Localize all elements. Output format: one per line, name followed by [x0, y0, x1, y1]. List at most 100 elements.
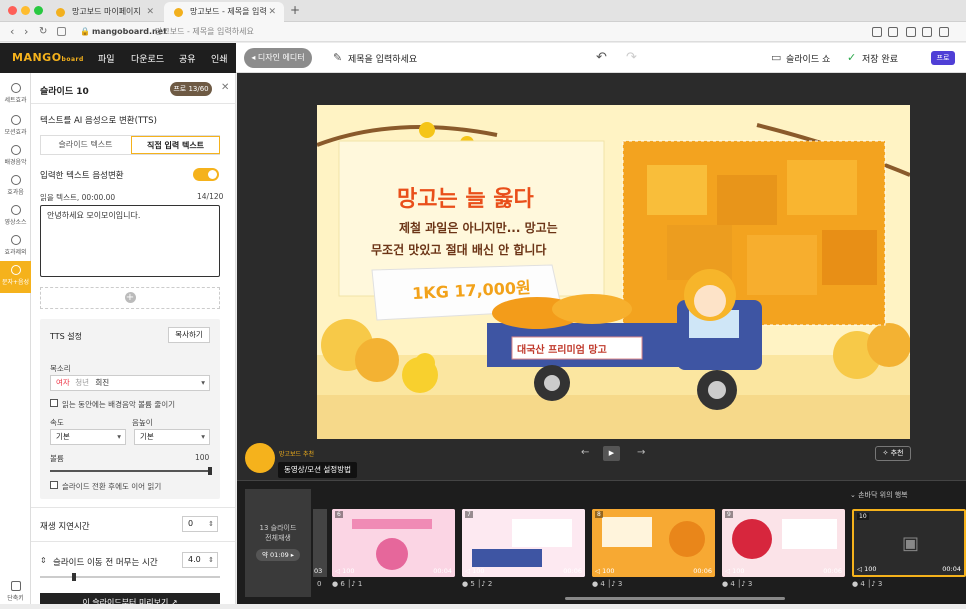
prev-slide-arrow-icon[interactable]: ←: [581, 447, 589, 458]
read-text-label: 읽을 텍스트, 00:00.00: [40, 193, 116, 202]
tab-direct-text[interactable]: 직접 입력 텍스트: [131, 136, 220, 154]
keyboard-icon: [10, 581, 21, 591]
slide-timeline: ⌄ 손바닥 위의 행복 13 슬라이드 전체재생 약 01:09 ▸ 03 0 …: [237, 480, 966, 604]
close-tab-icon[interactable]: ✕: [146, 2, 154, 22]
convert-toggle[interactable]: [193, 168, 219, 181]
add-text-button[interactable]: +: [40, 287, 220, 309]
site-info-icon[interactable]: [57, 27, 66, 36]
close-tab-icon[interactable]: ✕: [268, 2, 276, 22]
monitor-icon: ▭: [771, 51, 782, 64]
download-icon[interactable]: [906, 27, 916, 37]
tts-text-input[interactable]: 안녕하세요 모이모이입니다.: [40, 205, 220, 277]
rail-item-set-effect[interactable]: 세트효과: [0, 79, 31, 111]
delay-input[interactable]: 0: [182, 516, 218, 532]
char-count: 14/120: [197, 192, 224, 201]
thumbnail-meta: ● 4 │♪ 3: [852, 580, 883, 588]
zoom-window-button[interactable]: [34, 6, 43, 15]
slide-thumbnail-selected[interactable]: ▣ 10 ◁ 100 00:04: [852, 509, 966, 577]
slide-thumbnail[interactable]: 7 ◁ 100 00:06: [462, 509, 585, 577]
recommend-button[interactable]: ✧ 추천: [875, 446, 911, 461]
undo-icon[interactable]: ↶: [596, 50, 607, 65]
timeline-scrollbar[interactable]: [565, 597, 785, 600]
sound-effect-icon: [10, 175, 21, 185]
lock-icon: 🔒: [80, 27, 90, 36]
close-icon[interactable]: ✕: [221, 82, 229, 93]
back-arrow-icon[interactable]: ‹: [10, 22, 14, 42]
dwell-slider-track[interactable]: [40, 576, 220, 578]
pitch-select[interactable]: 기본: [134, 429, 210, 445]
tts-settings-title: TTS 설정: [50, 332, 82, 341]
mascot-note: 망고보드 추천: [279, 451, 315, 458]
extension-icon[interactable]: [872, 27, 882, 37]
new-tab-button[interactable]: +: [290, 3, 300, 17]
volume-label: 볼륨: [50, 454, 64, 463]
divider: [31, 541, 235, 542]
thumbnail-meta: ● 4 │♪ 3: [722, 580, 753, 588]
slideshow-button[interactable]: 슬라이드 쇼: [786, 52, 830, 65]
thumbnail-meta: ● 4 │♪ 3: [592, 580, 623, 588]
dwell-slider-knob[interactable]: [72, 573, 76, 581]
play-button[interactable]: ▶: [603, 446, 620, 461]
title-input[interactable]: 제목을 입력하세요: [348, 52, 417, 65]
speed-label: 속도: [50, 418, 64, 427]
menu-print[interactable]: 인쇄: [211, 52, 228, 65]
rail-item-video-source[interactable]: 영상소스: [0, 201, 31, 233]
tab-slide-text[interactable]: 슬라이드 텍스트: [41, 136, 130, 154]
dwell-input[interactable]: 4.0: [182, 552, 218, 568]
minimize-window-button[interactable]: [21, 6, 30, 15]
divider: [31, 103, 235, 104]
rail-item-text-voice[interactable]: 문자+음성: [0, 261, 31, 293]
gear-icon: [10, 83, 21, 93]
browser-tab-mypage[interactable]: 망고보드 마이페이지 ✕: [46, 2, 162, 22]
app-header: MANGOboard 파일 다운로드 공유 인쇄 ◂ 디자인 에디터 ✎ 제목을…: [0, 43, 966, 73]
mangoboard-logo[interactable]: MANGOboard: [12, 51, 84, 64]
slide-thumbnail[interactable]: 8 ◁ 100 00:06: [592, 509, 715, 577]
redo-icon[interactable]: ↷: [626, 50, 637, 65]
sidebar-icon[interactable]: [939, 27, 949, 37]
timeline-group-label[interactable]: ⌄ 손바닥 위의 행복: [850, 490, 908, 500]
slide-canvas[interactable]: 망고는 늘 옳다 제철 과일은 아니지만... 망고는 무조건 맛있고 절대 배…: [317, 105, 910, 439]
motion-help-tooltip[interactable]: 동영상/모션 설정방법: [278, 462, 358, 478]
rail-item-exclude[interactable]: 효과제외: [0, 231, 31, 263]
menu-share[interactable]: 공유: [179, 52, 196, 65]
check-icon: ✓: [847, 51, 857, 64]
speed-select[interactable]: 기본: [50, 429, 126, 445]
volume-slider-knob[interactable]: [208, 467, 212, 475]
slide-thumbnail[interactable]: 6 ◁ 100 00:04: [332, 509, 455, 577]
slide-headline[interactable]: 망고는 늘 옳다: [397, 181, 534, 213]
rail-item-bgm[interactable]: 배경음악: [0, 141, 31, 173]
slide-thumbnail[interactable]: 9 ◁ 100 00:06: [722, 509, 845, 577]
close-window-button[interactable]: [8, 6, 17, 15]
designer-editor-button[interactable]: ◂ 디자인 에디터: [244, 48, 312, 68]
slide-body-line2[interactable]: 무조건 맛있고 절대 배신 안 합니다: [371, 241, 546, 258]
menu-file[interactable]: 파일: [98, 52, 115, 65]
plus-icon: +: [124, 292, 136, 303]
pro-badge[interactable]: 프로: [931, 51, 955, 65]
bookmark-icon[interactable]: [888, 27, 898, 37]
panel-title: 슬라이드 10: [40, 87, 89, 97]
rail-item-motion[interactable]: 모션효과: [0, 111, 31, 143]
menu-download[interactable]: 다운로드: [131, 52, 164, 65]
thumbnail-meta: 0: [317, 580, 322, 588]
preview-from-slide-button[interactable]: 이 슬라이드부터 미리보기 ↗: [40, 593, 220, 604]
continue-reading-checkbox[interactable]: [50, 481, 58, 489]
rail-item-shortcuts[interactable]: 단축키: [0, 577, 31, 609]
browser-tab-editor[interactable]: 망고보드 - 제목을 입력하세요 ✕: [164, 2, 284, 36]
rail-item-sound-effect[interactable]: 효과음: [0, 171, 31, 203]
total-duration-chip[interactable]: 약 01:09 ▸: [255, 549, 301, 561]
mascot-icon[interactable]: [245, 443, 275, 473]
copy-button[interactable]: 복사하기: [168, 327, 210, 343]
voice-select[interactable]: 여자 청년 희진: [50, 375, 210, 391]
play-all-slides-card[interactable]: 13 슬라이드 전체재생 약 01:09 ▸: [245, 489, 311, 597]
share-icon[interactable]: [922, 27, 932, 37]
next-slide-arrow-icon[interactable]: →: [637, 447, 645, 458]
slide-body-line1[interactable]: 제철 과일은 아니지만... 망고는: [399, 219, 558, 236]
reload-icon[interactable]: ↻: [39, 22, 47, 42]
tts-settings-box: TTS 설정 복사하기 목소리 여자 청년 희진 읽는 동안에는 배경음악 볼륨…: [40, 319, 220, 499]
partial-thumbnail[interactable]: 03: [313, 509, 327, 577]
forward-arrow-icon[interactable]: ›: [24, 22, 28, 42]
bgm-reduce-checkbox[interactable]: [50, 399, 58, 407]
truck-sign[interactable]: 대국산 프리미엄 망고: [517, 341, 607, 356]
mango-favicon-icon: [56, 8, 65, 17]
voice-label: 목소리: [50, 364, 71, 373]
